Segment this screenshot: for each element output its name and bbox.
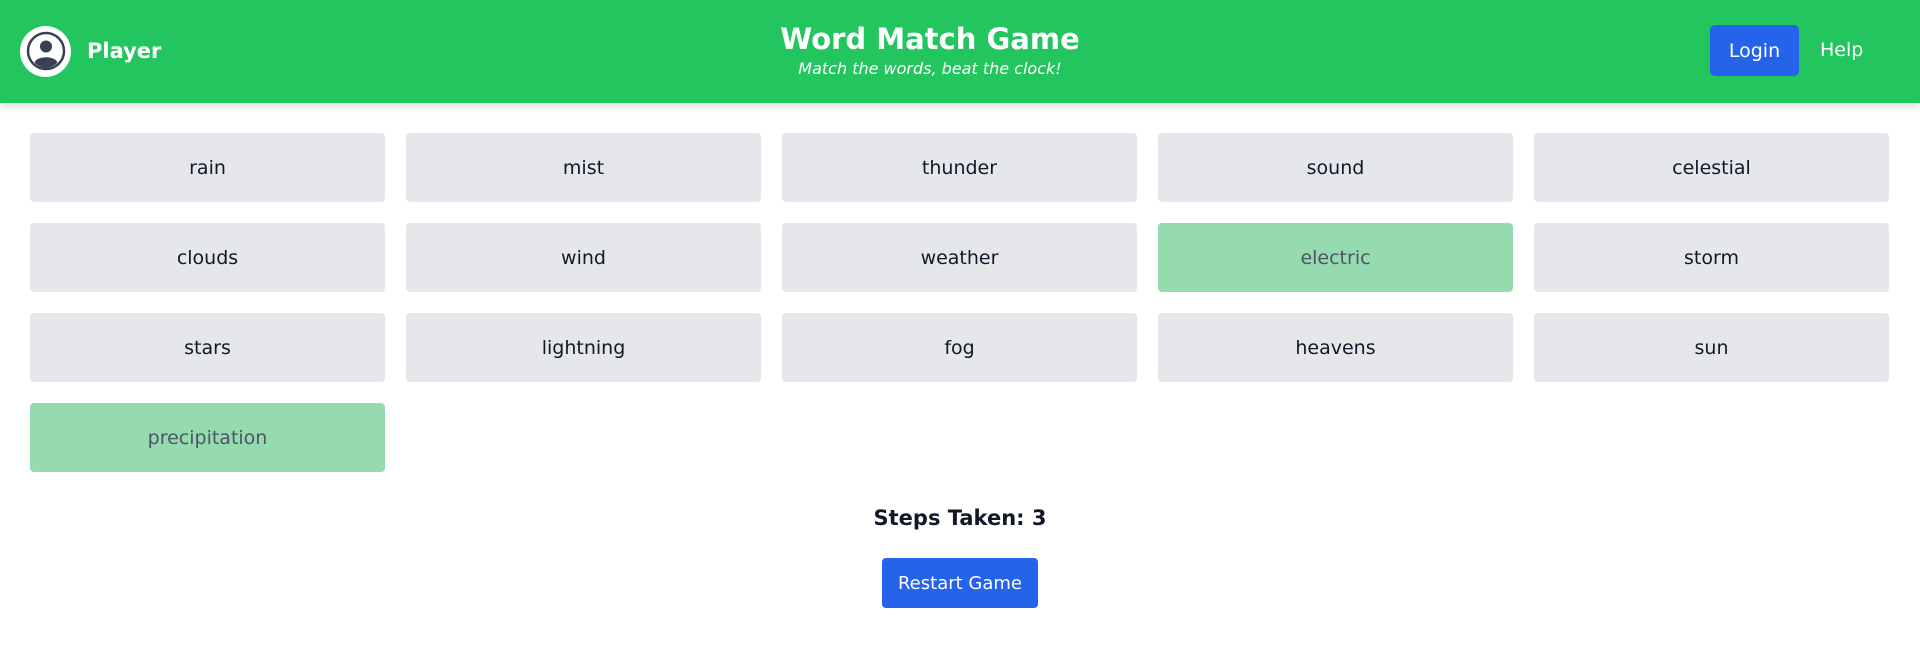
steps-counter: Steps Taken: 3 xyxy=(873,506,1047,530)
word-card-weather[interactable]: weather xyxy=(782,223,1137,292)
word-card-storm[interactable]: storm xyxy=(1534,223,1889,292)
help-link[interactable]: Help xyxy=(1820,25,1863,76)
word-card-sound[interactable]: sound xyxy=(1158,133,1513,202)
word-card-lightning[interactable]: lightning xyxy=(406,313,761,382)
page-subtitle: Match the words, beat the clock! xyxy=(798,59,1062,78)
word-card-celestial[interactable]: celestial xyxy=(1534,133,1889,202)
word-card-fog[interactable]: fog xyxy=(782,313,1137,382)
word-card-grid: rain mist thunder sound celestial clouds wind w… xyxy=(30,133,1890,472)
word-card-mist[interactable]: mist xyxy=(406,133,761,202)
page-title: Word Match Game xyxy=(780,22,1080,56)
word-card-electric[interactable]: electric xyxy=(1158,223,1513,292)
word-card-heavens[interactable]: heavens xyxy=(1158,313,1513,382)
word-card-clouds[interactable]: clouds xyxy=(30,223,385,292)
login-button[interactable]: Login xyxy=(1710,25,1799,76)
word-card-sun[interactable]: sun xyxy=(1534,313,1889,382)
app-header: Player Word Match Game Match the words, … xyxy=(0,0,1920,103)
title-block: Word Match Game Match the words, beat th… xyxy=(0,19,1860,79)
word-card-wind[interactable]: wind xyxy=(406,223,761,292)
word-card-precipitation[interactable]: precipitation xyxy=(30,403,385,472)
word-card-stars[interactable]: stars xyxy=(30,313,385,382)
word-card-thunder[interactable]: thunder xyxy=(782,133,1137,202)
restart-game-button[interactable]: Restart Game xyxy=(882,558,1038,608)
word-card-rain[interactable]: rain xyxy=(30,133,385,202)
